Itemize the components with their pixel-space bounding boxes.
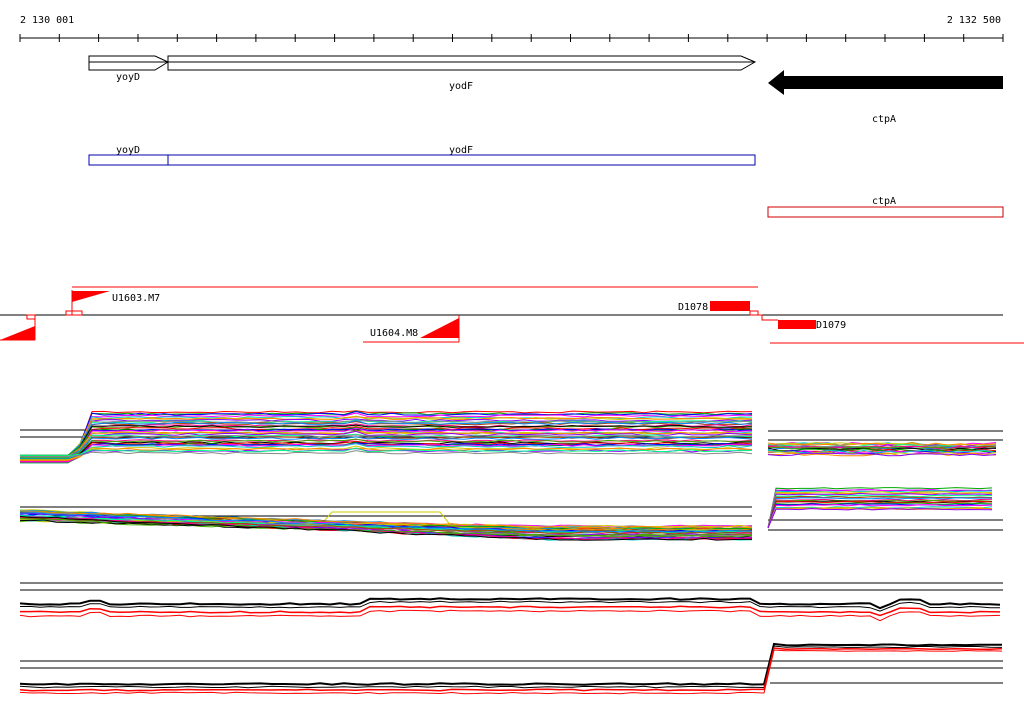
- promoter-U1604[interactable]: U1604.M8: [363, 315, 460, 343]
- promoter-U1603[interactable]: U1603.M7: [65, 290, 160, 316]
- gene-label-yoyD: yoyD: [116, 72, 140, 83]
- expression-summary-profiles: [19, 582, 1003, 695]
- summary-profile: [19, 642, 1003, 686]
- terminator-D1079[interactable]: D1079: [758, 314, 846, 331]
- label-U1603: U1603.M7: [112, 293, 160, 304]
- gene-box-yodF[interactable]: [167, 154, 756, 166]
- gene-box-ctpA[interactable]: [767, 206, 1004, 218]
- genome-browser-canvas: 2 130 001 2 132 500 yoyD yodF ctpA yoyD …: [0, 15, 1024, 695]
- gene-arrow-yoyD[interactable]: [88, 55, 170, 71]
- box-label-yodF: yodF: [449, 145, 473, 156]
- label-D1078: D1078: [678, 302, 708, 313]
- gene-label-yodF: yodF: [449, 81, 473, 92]
- gene-arrow-ctpA[interactable]: [768, 70, 1003, 95]
- terminator-D1078[interactable]: D1078: [678, 301, 759, 316]
- gene-boxes-track: yoyD yodF ctpA: [88, 145, 1004, 218]
- label-U1604: U1604.M8: [370, 328, 418, 339]
- transcription-features-track: U1603.M7 U1604.M8 D1078 D1079: [0, 286, 1024, 344]
- box-label-ctpA: ctpA: [872, 196, 896, 207]
- ruler-start-label: 2 130 001: [20, 15, 74, 26]
- box-label-yoyD: yoyD: [116, 145, 140, 156]
- gene-box-yoyD[interactable]: [88, 154, 169, 166]
- coordinate-ruler: 2 130 001 2 132 500: [19, 15, 1004, 42]
- expression-profile: [767, 507, 993, 529]
- expression-profile: [767, 507, 993, 529]
- label-D1079: D1079: [816, 320, 846, 331]
- gene-arrow-yodF[interactable]: [167, 55, 757, 71]
- expression-profile: [767, 507, 993, 529]
- gene-arrows-track: yoyD yodF ctpA: [88, 55, 1003, 125]
- expression-colored-profiles: [19, 410, 1003, 541]
- gene-label-ctpA: ctpA: [872, 114, 896, 125]
- ruler-end-label: 2 132 500: [947, 15, 1001, 26]
- summary-profile: [19, 645, 1003, 689]
